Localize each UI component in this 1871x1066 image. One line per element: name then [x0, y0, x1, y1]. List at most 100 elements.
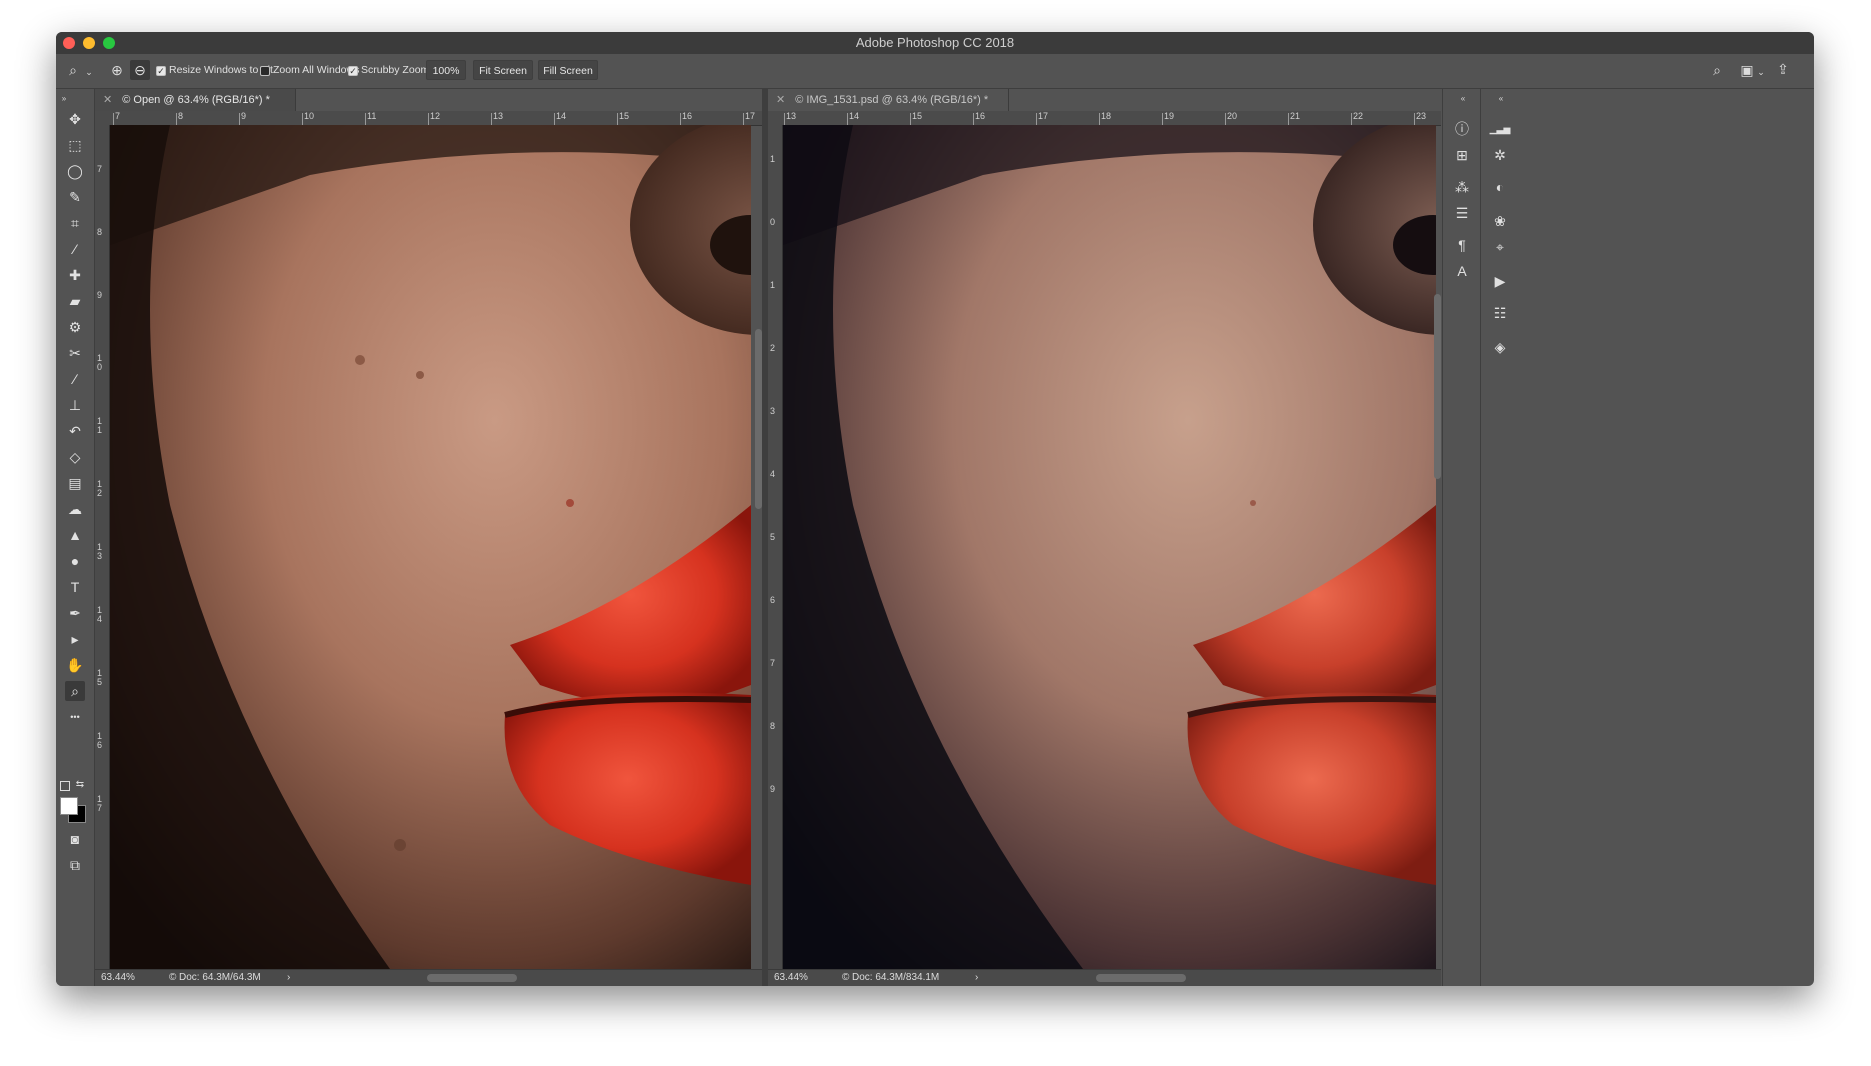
patch-tool-icon[interactable]: ⚙	[65, 317, 85, 337]
crop-tool-icon[interactable]: ⌗	[65, 213, 85, 233]
screen-mode-icon[interactable]: ⧉	[65, 855, 85, 875]
chevron-down-icon[interactable]: ⌄	[84, 64, 94, 80]
fit-screen-button[interactable]: Fit Screen	[473, 60, 533, 80]
ruler-label: 16	[682, 111, 693, 121]
sharpen-tool-icon[interactable]: ▲	[65, 525, 85, 545]
marquee-tool-icon[interactable]: ⬚	[65, 135, 85, 155]
ruler-tick	[847, 113, 848, 125]
close-tab-icon[interactable]: ✕	[103, 94, 112, 106]
dodge-tool-icon[interactable]: ●	[65, 551, 85, 571]
clone-stamp-tool-icon[interactable]: ⊥	[65, 395, 85, 415]
tab-open-document[interactable]: ✕ © Open @ 63.4% (RGB/16*) *	[95, 89, 296, 111]
zoom-value-field[interactable]: 100%	[426, 60, 466, 80]
resize-windows-checkbox[interactable]: ✓	[156, 66, 166, 76]
ruler-label: 1 7	[97, 794, 103, 813]
ruler-label: 22	[1353, 111, 1364, 121]
chevron-down-icon[interactable]: ⌄	[1756, 64, 1766, 80]
ruler-tick	[1099, 113, 1100, 125]
zoom-level[interactable]: 63.44%	[774, 970, 808, 986]
libraries-icon[interactable]: ☷	[1489, 303, 1511, 323]
ruler-label: 17	[1038, 111, 1049, 121]
ruler-tick	[1351, 113, 1352, 125]
paragraph-icon[interactable]: ¶	[1451, 235, 1473, 255]
adjustments-icon[interactable]: ◐	[1489, 177, 1511, 197]
healing-brush-tool-icon[interactable]: ▰	[65, 291, 85, 311]
vertical-scrollbar[interactable]	[1434, 294, 1441, 479]
chevron-right-icon[interactable]: ›	[975, 970, 978, 986]
search-icon[interactable]: ⌕	[1708, 62, 1726, 78]
collapse-panel-icon[interactable]: »	[58, 91, 70, 107]
more-tools-icon[interactable]: •••	[65, 707, 85, 727]
channels-icon[interactable]: ❀	[1489, 211, 1511, 231]
chevron-right-icon[interactable]: ›	[287, 970, 290, 986]
ruler-label: 20	[1227, 111, 1238, 121]
ruler-label: 9	[241, 111, 247, 121]
gradient-tool-icon[interactable]: ▤	[65, 473, 85, 493]
horizontal-scrollbar[interactable]	[1096, 974, 1186, 982]
default-colors-icon[interactable]	[60, 781, 70, 791]
layers-icon[interactable]: ◈	[1489, 337, 1511, 357]
navigator-icon[interactable]: ✲	[1489, 145, 1511, 165]
ruler-label: 8	[97, 227, 103, 237]
quick-mask-icon[interactable]: ◙	[65, 829, 85, 849]
move-tool-icon[interactable]: ✥	[65, 109, 85, 129]
quick-select-tool-icon[interactable]: ✎	[65, 187, 85, 207]
ruler-tick	[302, 113, 303, 125]
info-icon[interactable]: ⓘ	[1451, 119, 1473, 139]
tab-img-document[interactable]: ✕ © IMG_1531.psd @ 63.4% (RGB/16*) *	[768, 89, 1009, 111]
workspace-icon[interactable]: ▣	[1738, 62, 1756, 78]
brush-tool-icon[interactable]: ∕	[65, 369, 85, 389]
collapse-panel-icon[interactable]: «	[1495, 91, 1507, 107]
photo-canvas[interactable]	[110, 125, 751, 969]
type-tool-icon[interactable]: T	[65, 577, 85, 597]
ruler-label: 10	[304, 111, 315, 121]
lasso-tool-icon[interactable]: ◯	[65, 161, 85, 181]
zoom-out-icon[interactable]: ⊖	[130, 60, 150, 80]
doc-size[interactable]: Doc: 64.3M/834.1M	[852, 970, 939, 986]
scrubby-zoom-checkbox[interactable]: ✓	[348, 66, 358, 76]
ruler-label: 7	[115, 111, 121, 121]
ruler-tick	[365, 113, 366, 125]
history-brush-tool-icon[interactable]: ↶	[65, 421, 85, 441]
scrubby-zoom-label: Scrubby Zoom	[361, 64, 430, 76]
fill-screen-button[interactable]: Fill Screen	[538, 60, 598, 80]
share-icon[interactable]: ⇪	[1774, 61, 1792, 77]
content-aware-move-tool-icon[interactable]: ✂	[65, 343, 85, 363]
hand-tool-icon[interactable]: ✋	[65, 655, 85, 675]
actions-icon[interactable]: ▶	[1489, 271, 1511, 291]
zoom-tool-icon[interactable]: ⌕	[65, 681, 85, 701]
paths-icon[interactable]: ⌖	[1489, 237, 1511, 257]
ruler-top: 13 14 15 16 17 18 19 20 21 22 23	[768, 111, 1441, 126]
ruler-tick	[910, 113, 911, 125]
brush-settings-icon[interactable]: ⁂	[1451, 177, 1473, 197]
ruler-label: 12	[430, 111, 441, 121]
horizontal-scrollbar[interactable]	[427, 974, 517, 982]
close-tab-icon[interactable]: ✕	[776, 94, 785, 106]
histogram-icon[interactable]: ▁▃▅	[1489, 119, 1511, 139]
photo-canvas[interactable]	[783, 125, 1436, 969]
ruler-label: 19	[1164, 111, 1175, 121]
ruler-label: 8	[770, 721, 776, 731]
eraser-tool-icon[interactable]: ◇	[65, 447, 85, 467]
eyedropper-tool-icon[interactable]: ⁄	[65, 239, 85, 259]
collapse-panel-icon[interactable]: «	[1457, 91, 1469, 107]
pen-tool-icon[interactable]: ✒	[65, 603, 85, 623]
doc-size[interactable]: Doc: 64.3M/64.3M	[179, 970, 261, 986]
ruler-label: 21	[1290, 111, 1301, 121]
ruler-left: 7 8 9 1 0 1 1 1 2 1 3 1 4 1 5 1 6 1 7	[95, 125, 110, 969]
character-icon[interactable]: A	[1451, 261, 1473, 281]
zoom-all-checkbox[interactable]	[260, 66, 270, 76]
ruler-tick	[784, 113, 785, 125]
zoom-in-icon[interactable]: ⊕	[108, 62, 126, 78]
zoom-level[interactable]: 63.44%	[101, 970, 135, 986]
blur-tool-icon[interactable]: ☁	[65, 499, 85, 519]
zoom-preset-icon[interactable]: ⌕	[64, 62, 82, 78]
ruler-label: 1 5	[97, 668, 103, 687]
clone-source-icon[interactable]: ⊞	[1451, 145, 1473, 165]
properties-icon[interactable]: ☰	[1451, 203, 1473, 223]
vertical-scrollbar[interactable]	[755, 329, 762, 509]
foreground-color-swatch[interactable]	[60, 797, 78, 815]
spot-healing-tool-icon[interactable]: ✚	[65, 265, 85, 285]
swap-colors-icon[interactable]: ⇆	[74, 777, 86, 793]
path-select-tool-icon[interactable]: ▸	[65, 629, 85, 649]
